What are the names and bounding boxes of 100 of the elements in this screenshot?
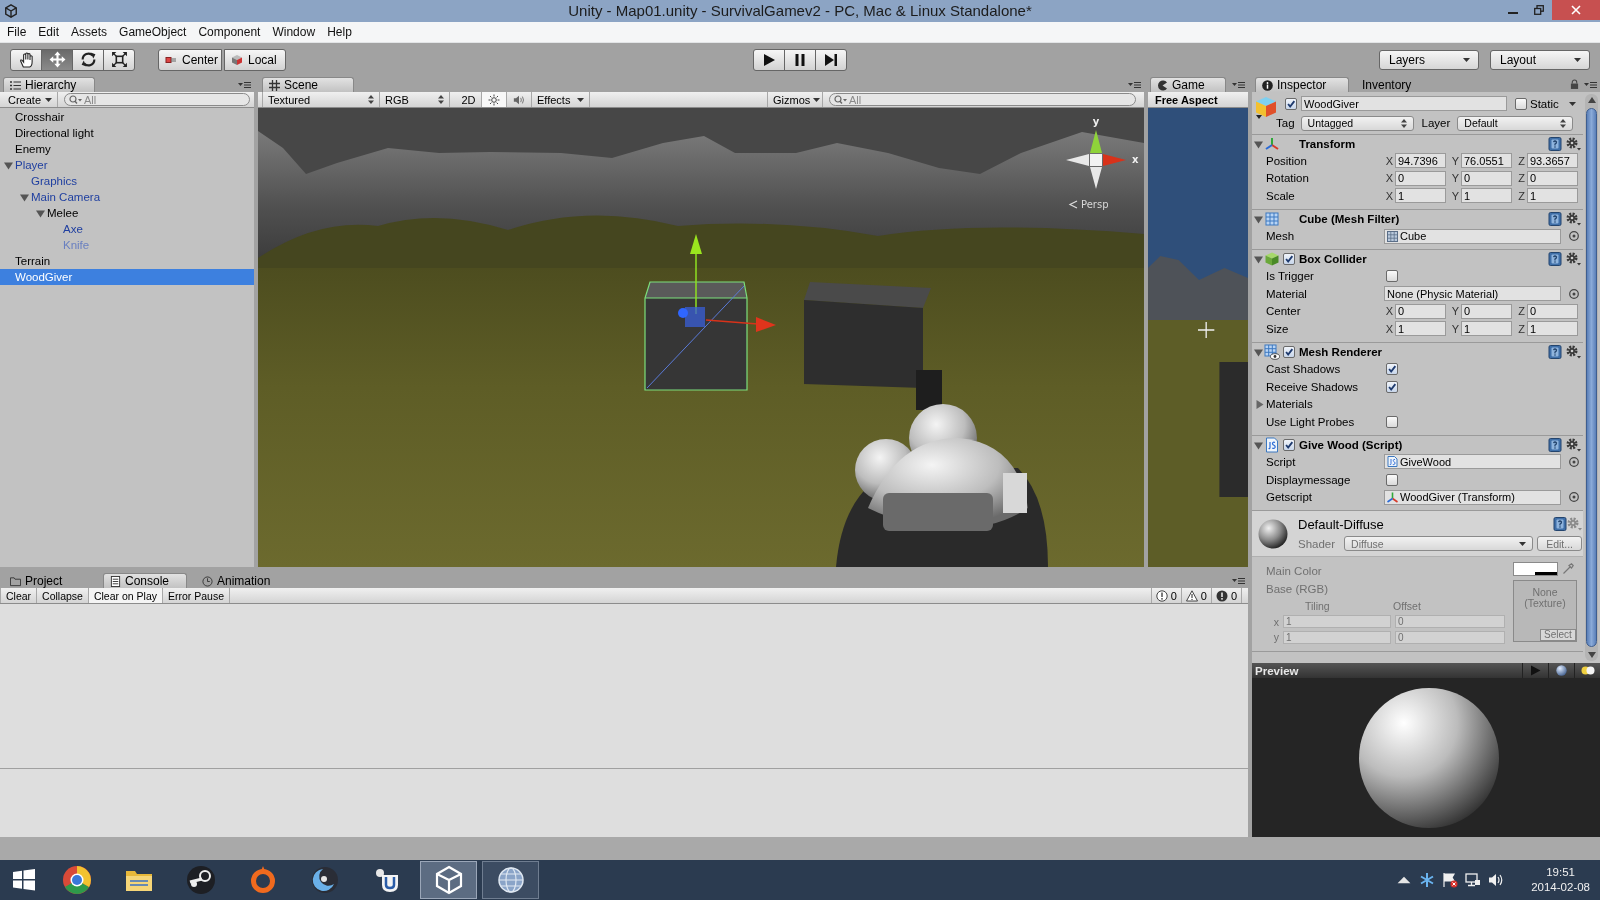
gear-icon[interactable] — [1566, 212, 1581, 227]
tree-item[interactable]: Enemy — [0, 141, 254, 157]
expand-arrow-icon[interactable] — [4, 160, 13, 170]
tree-item[interactable]: Main Camera — [0, 189, 254, 205]
tree-item[interactable]: Axe — [0, 221, 254, 237]
number-field[interactable]: 1 — [1461, 321, 1512, 337]
object-field[interactable]: None (Physic Material) — [1384, 286, 1561, 302]
object-field[interactable]: WoodGiver (Transform) — [1384, 489, 1561, 505]
expand-arrow-icon[interactable] — [20, 192, 29, 202]
scale-tool-button[interactable] — [103, 48, 135, 71]
panel-tab[interactable]: Console — [103, 573, 187, 588]
number-field[interactable]: 1 — [1461, 188, 1512, 204]
component-enabled-checkbox[interactable] — [1283, 439, 1295, 452]
network-icon[interactable] — [1465, 872, 1482, 888]
projection-label[interactable]: Persp — [1081, 199, 1109, 210]
step-button[interactable] — [815, 48, 847, 71]
clock-date[interactable]: 2014-02-08 — [1531, 880, 1590, 895]
panel-menu-icon[interactable] — [238, 81, 251, 89]
checkbox[interactable] — [1386, 415, 1398, 428]
foldout-arrow-icon[interactable] — [1254, 139, 1263, 149]
gizmos-dropdown[interactable]: Gizmos — [767, 92, 823, 107]
plane-handle[interactable] — [685, 307, 705, 327]
gear-icon[interactable] — [1566, 252, 1581, 267]
space-mode-button[interactable]: Local — [224, 48, 286, 71]
layers-dropdown[interactable]: Layers — [1379, 49, 1479, 70]
foldout-arrow-icon[interactable] — [1254, 214, 1263, 224]
number-field[interactable]: 1 — [1395, 188, 1446, 204]
selected-cube[interactable] — [644, 281, 748, 391]
log-count-toggle[interactable]: 0 — [1150, 588, 1181, 603]
panel-menu-icon[interactable] — [1232, 81, 1245, 89]
log-count-toggle[interactable]: 0 — [1210, 588, 1242, 603]
checkbox[interactable] — [1386, 363, 1398, 376]
tree-item[interactable]: Graphics — [0, 173, 254, 189]
number-field[interactable]: 93.3657 — [1527, 153, 1578, 169]
number-field[interactable]: 1 — [1527, 188, 1578, 204]
number-field[interactable]: 0 — [1395, 170, 1446, 186]
menu-item[interactable]: Help — [321, 22, 358, 42]
pivot-handle[interactable] — [678, 308, 688, 318]
panel-menu-icon[interactable] — [1584, 81, 1597, 89]
checkbox[interactable] — [1386, 473, 1398, 486]
menu-item[interactable]: Window — [266, 22, 322, 42]
component-enabled-checkbox[interactable] — [1283, 346, 1295, 359]
gear-icon[interactable] — [1566, 345, 1581, 360]
number-field[interactable]: 94.7396 — [1395, 153, 1446, 169]
object-field[interactable]: GiveWood — [1384, 454, 1561, 470]
layer-dropdown[interactable]: Default — [1457, 115, 1574, 131]
number-field[interactable]: 76.0551 — [1461, 153, 1512, 169]
object-picker-icon[interactable] — [1568, 491, 1580, 504]
colored-cube-icon[interactable] — [1255, 95, 1277, 120]
number-field[interactable]: 0 — [1461, 170, 1512, 186]
foldout-arrow-icon[interactable] — [1254, 347, 1263, 357]
help-book-icon[interactable] — [1548, 345, 1562, 360]
checkbox[interactable] — [1386, 380, 1398, 393]
object-field[interactable]: Cube — [1384, 228, 1561, 244]
lock-icon[interactable] — [1570, 79, 1579, 89]
expand-arrow-icon[interactable] — [36, 208, 45, 218]
scroll-up-icon[interactable] — [1587, 97, 1596, 103]
gear-icon[interactable] — [1566, 137, 1581, 151]
aspect-dropdown[interactable]: Free Aspect — [1152, 92, 1242, 107]
game-tab[interactable]: Game — [1150, 77, 1226, 92]
number-field[interactable]: 0 — [1527, 303, 1578, 319]
tree-item[interactable]: Melee — [0, 205, 254, 221]
tree-item[interactable]: WoodGiver — [0, 269, 254, 285]
clock-time[interactable]: 19:51 — [1546, 865, 1575, 880]
scene-tab[interactable]: Scene — [262, 77, 354, 92]
scrollbar-thumb[interactable] — [1586, 108, 1597, 647]
menu-item[interactable]: GameObject — [113, 22, 193, 42]
rotate-tool-button[interactable] — [72, 48, 104, 71]
foldout-arrow-icon[interactable] — [1254, 440, 1263, 450]
render-mode-dropdown[interactable]: RGB — [380, 92, 450, 107]
close-button[interactable] — [1552, 0, 1600, 20]
help-book-icon[interactable] — [1548, 137, 1562, 151]
tag-dropdown[interactable]: Untagged — [1300, 115, 1414, 131]
object-picker-icon[interactable] — [1568, 287, 1580, 300]
help-book-icon[interactable] — [1548, 438, 1562, 453]
tree-item[interactable]: Crosshair — [0, 109, 254, 125]
tree-item[interactable]: Directional light — [0, 125, 254, 141]
foldout-arrow-icon[interactable] — [1254, 254, 1263, 264]
gear-icon[interactable] — [1566, 438, 1581, 453]
inspector-tab[interactable]: Inspector — [1255, 77, 1349, 92]
hierarchy-tab[interactable]: Hierarchy — [3, 77, 95, 92]
field-label[interactable]: Materials — [1266, 398, 1313, 411]
help-book-icon[interactable] — [1548, 252, 1562, 267]
taskbar-app-button[interactable] — [482, 861, 539, 899]
draw-mode-dropdown[interactable]: Textured — [262, 92, 380, 107]
snowflake-icon[interactable] — [1419, 872, 1436, 888]
menu-item[interactable]: Assets — [65, 22, 114, 42]
number-field[interactable]: 1 — [1395, 321, 1446, 337]
static-checkbox[interactable] — [1515, 97, 1527, 110]
x-axis-arrow[interactable] — [705, 317, 776, 332]
name-field[interactable]: WoodGiver — [1301, 96, 1507, 111]
object-picker-icon[interactable] — [1568, 455, 1580, 468]
panel-menu-icon[interactable] — [1232, 577, 1245, 585]
help-book-icon[interactable] — [1548, 212, 1562, 227]
pivot-mode-button[interactable]: Center — [158, 48, 222, 71]
console-toggle-button[interactable]: Error Pause — [163, 588, 230, 603]
flag-icon[interactable] — [1442, 872, 1459, 888]
layout-dropdown[interactable]: Layout — [1490, 49, 1590, 70]
number-field[interactable]: 0 — [1461, 303, 1512, 319]
object-picker-icon[interactable] — [1568, 230, 1580, 243]
